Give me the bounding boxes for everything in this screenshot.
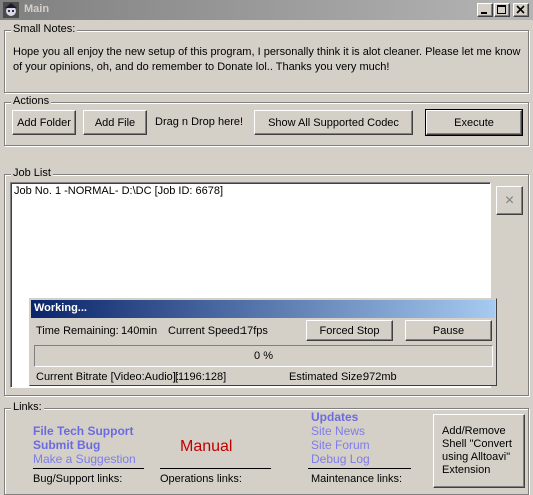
pause-button[interactable]: Pause [405,320,492,341]
show-supported-codecs-button[interactable]: Show All Supported Codec [254,110,413,135]
links-label: Links: [11,401,44,413]
site-forum-link[interactable]: Site Forum [311,438,370,452]
add-folder-button[interactable]: Add Folder [12,110,76,135]
estimated-size-label: Estimated Size: [289,371,366,383]
updates-link[interactable]: Updates [311,410,358,424]
maintenance-separator [308,468,411,469]
close-icon [516,5,525,14]
small-notes-label: Small Notes: [11,23,78,35]
make-suggestion-link[interactable]: Make a Suggestion [33,452,136,466]
site-news-link[interactable]: Site News [311,424,365,438]
manual-link[interactable]: Manual [180,438,232,456]
time-remaining-value: 140min [121,325,158,337]
small-notes-text: Hope you all enjoy the new setup of this… [13,46,521,73]
forced-stop-button[interactable]: Forced Stop [306,320,393,341]
window-title: Main [24,3,50,15]
time-remaining-label: Time Remaining: [36,325,119,337]
execute-button[interactable]: Execute [425,109,523,136]
current-speed-label: Current Speed: [168,325,243,337]
minimize-icon [481,12,487,14]
file-tech-support-link[interactable]: File Tech Support [33,424,133,438]
operations-links-caption: Operations links: [160,473,242,485]
maximize-icon [497,5,506,14]
working-title: Working... [34,302,87,314]
add-file-button[interactable]: Add File [83,110,147,135]
shell-extension-button[interactable]: Add/Remove Shell "Convert using Alltoavi… [433,414,525,488]
progress-bar: 0 % [34,345,493,367]
remove-job-button[interactable]: × [496,186,523,215]
current-bitrate-value: [1196:128] [175,371,227,383]
current-bitrate-label: Current Bitrate [Video:Audio]: [36,371,179,383]
drag-drop-hint: Drag n Drop here! [155,116,244,128]
working-title-bar: Working... [31,300,495,318]
minimize-button[interactable] [477,3,493,17]
debug-log-link[interactable]: Debug Log [311,452,370,466]
current-speed-value: 17fps [241,325,268,337]
maximize-button[interactable] [494,3,510,17]
close-window-button[interactable] [513,3,529,17]
maintenance-links-caption: Maintenance links: [311,473,403,485]
app-logo-icon [3,2,19,18]
support-separator [33,468,144,469]
job-list-label: Job List [11,167,53,179]
progress-text: 0 % [254,350,273,362]
support-links-caption: Bug/Support links: [33,473,123,485]
operations-separator [160,468,271,469]
submit-bug-link[interactable]: Submit Bug [33,438,100,452]
job-list-item[interactable]: Job No. 1 -NORMAL- D:\DC [Job ID: 6678] [14,185,223,197]
remove-x-icon: × [504,191,515,209]
title-bar[interactable]: Main [0,0,533,20]
shell-extension-label: Add/Remove Shell "Convert using Alltoavi… [442,425,512,476]
working-panel: Working... Time Remaining: 140min Curren… [29,298,497,386]
small-notes-group: Small Notes: Hope you all enjoy the new … [4,23,529,93]
actions-label: Actions [11,95,52,107]
estimated-size-value: 972mb [363,371,397,383]
